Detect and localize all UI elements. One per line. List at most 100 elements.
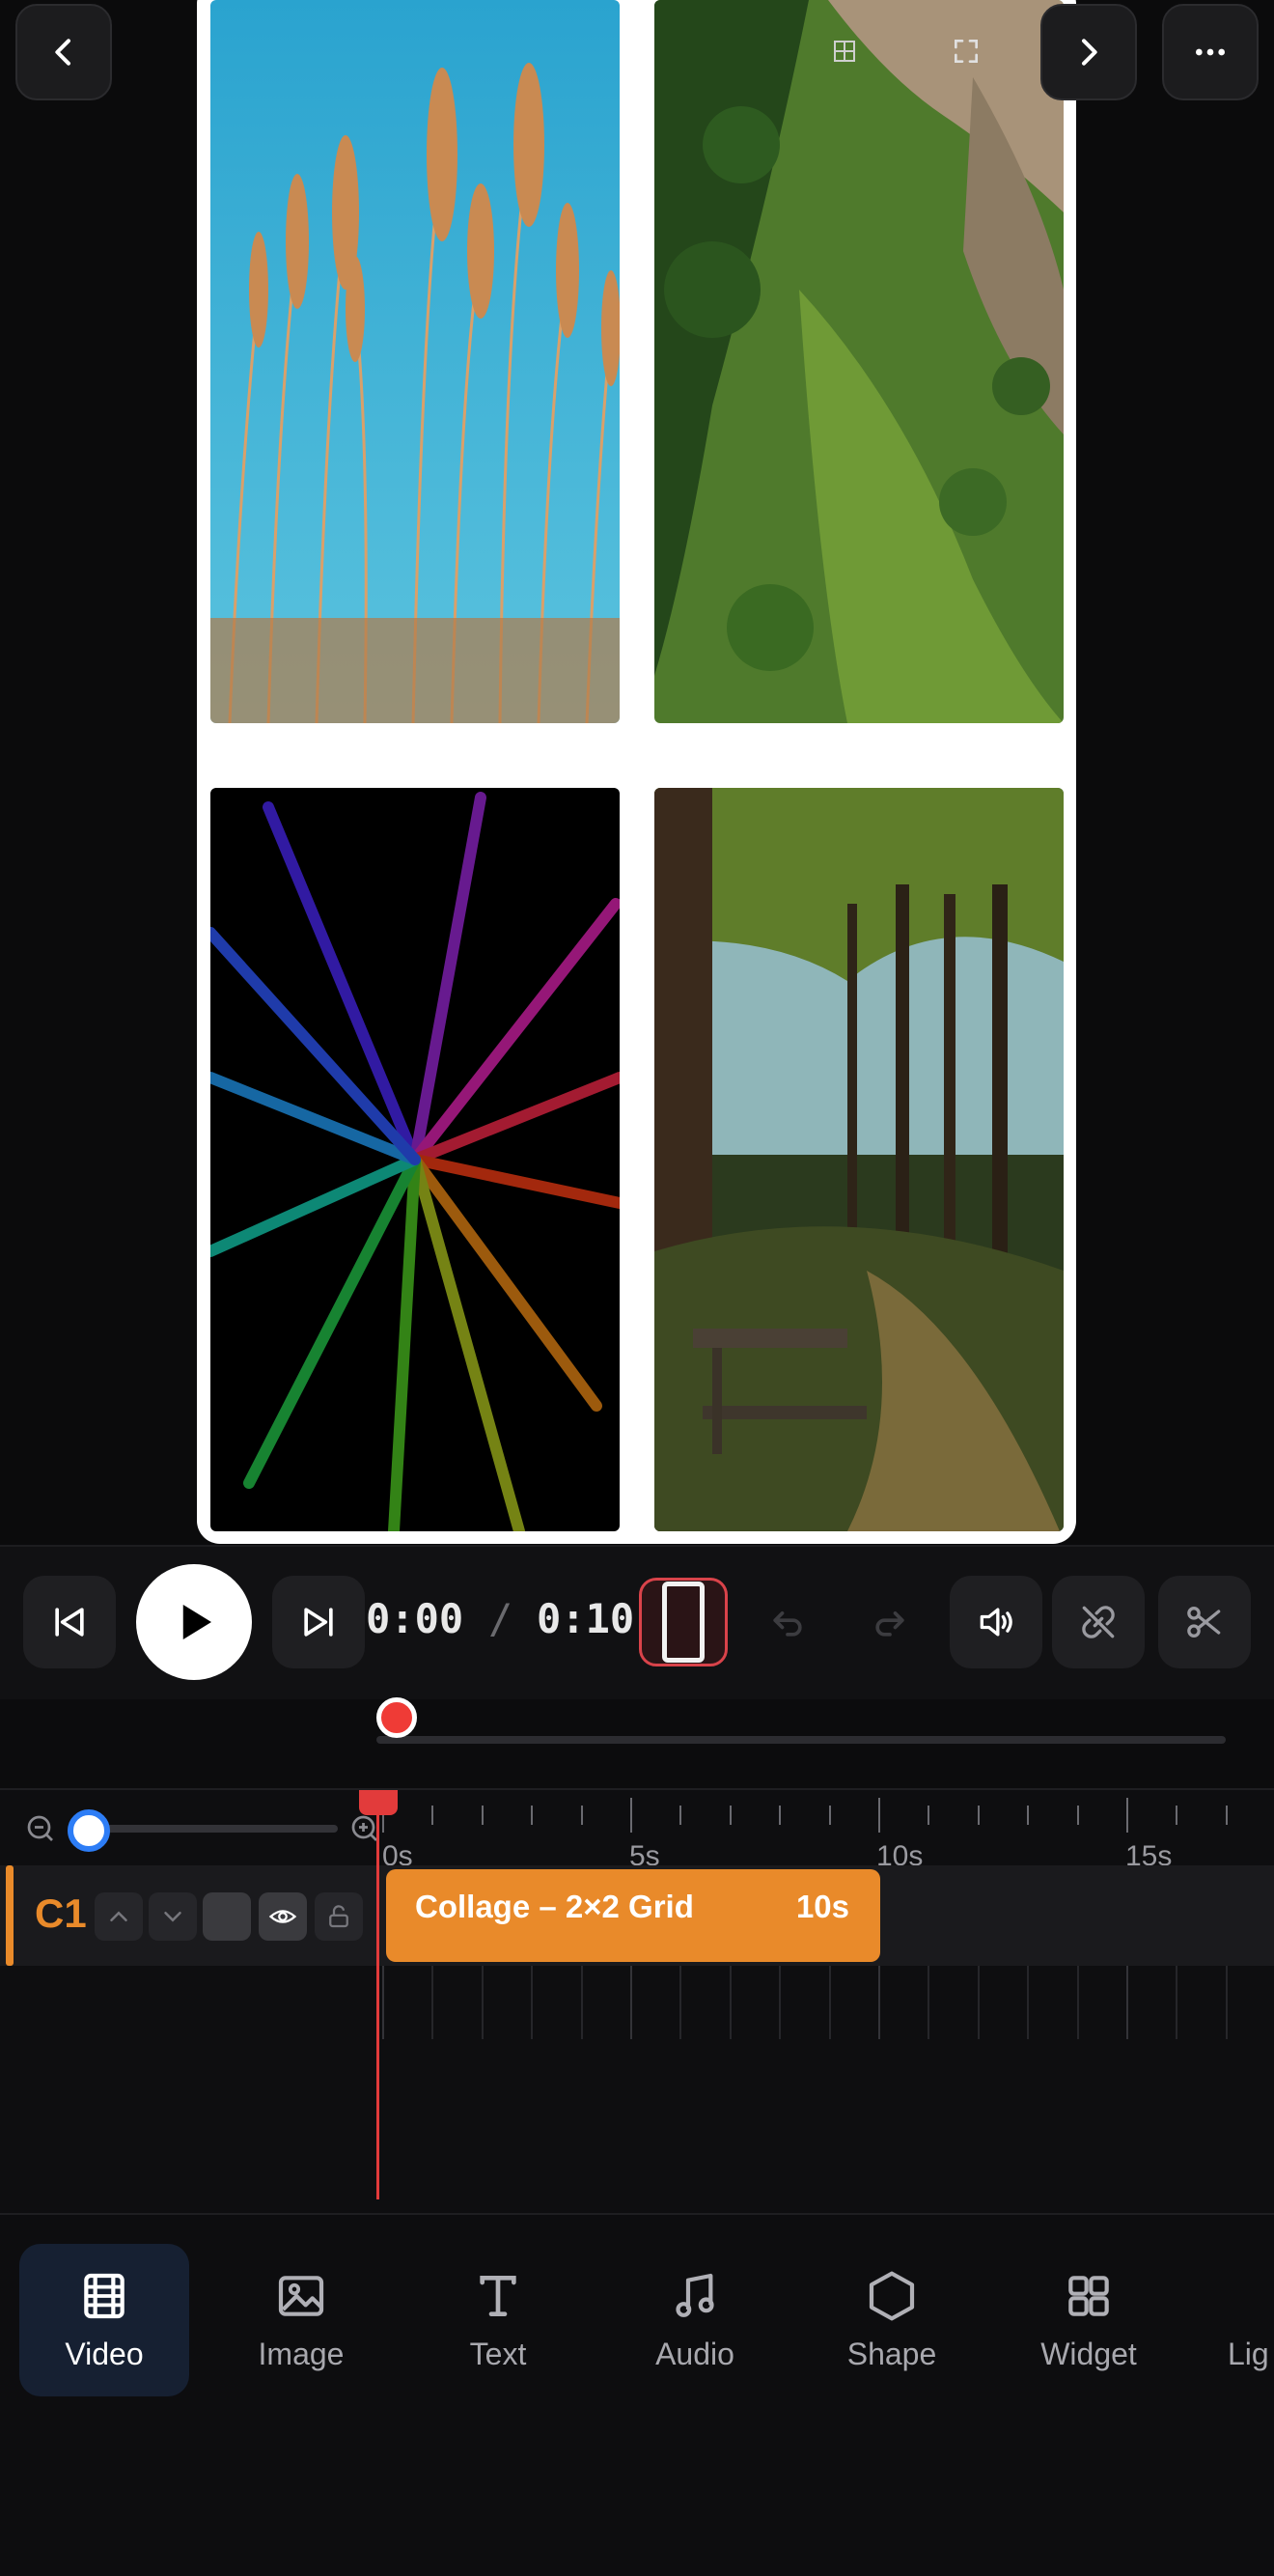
tool-text[interactable]: Text [413,2244,583,2396]
ruler-minor-tick [779,1806,781,1825]
skip-to-end-button[interactable] [272,1576,365,1668]
collage-cell-forest-path[interactable] [654,788,1064,1531]
timeline-grid-line [1176,1966,1177,2039]
playhead-line[interactable] [376,1790,379,2199]
preview-area [0,0,1274,1545]
collage-cell-rainbow-rays[interactable] [210,788,620,1531]
clip-title: Collage – 2×2 Grid [415,1889,694,1924]
tool-video[interactable]: Video [19,2244,189,2396]
expand-icon [955,40,978,63]
track-name: C1 [35,1890,87,1936]
back-button[interactable] [15,4,112,100]
bottom-toolbar: Video Image Text Audio Shape Widget Lig [0,2213,1274,2576]
time-separator: / [488,1595,513,1642]
ruler-minor-tick [1176,1806,1177,1825]
timeline-grid-line [431,1966,433,2039]
play-button[interactable] [136,1564,252,1680]
timeline-grid-line [630,1966,632,2039]
move-track-down-button[interactable] [149,1892,197,1941]
timeline-grid-line [928,1966,929,2039]
ruler-minor-tick [1027,1806,1029,1825]
tool-video-label: Video [65,2337,144,2371]
undo-icon [773,1611,802,1637]
tool-audio[interactable]: Audio [610,2244,780,2396]
timeline-grid-line [482,1966,484,2039]
more-button[interactable] [1162,4,1259,100]
collage-clip[interactable]: Collage – 2×2 Grid 10s [386,1869,880,1962]
timeline-grid-line [1126,1966,1128,2039]
aspect-ratio-button[interactable] [639,1578,728,1666]
timeline-grid-line [1077,1966,1079,2039]
total-time: 0:10 [537,1595,635,1642]
scrubber-track[interactable] [376,1736,1226,1744]
next-button[interactable] [1040,4,1137,100]
ruler-minor-tick [482,1806,484,1825]
split-button[interactable] [1158,1576,1251,1668]
timeline-grid-line [679,1966,681,2039]
scrubber-handle[interactable] [376,1697,417,1738]
collage-frame[interactable] [197,0,1076,1544]
rainbow-rays-photo [210,788,620,1531]
ruler-minor-tick [1226,1806,1228,1825]
text-icon [480,2276,516,2316]
tool-image-label: Image [258,2337,345,2371]
ruler-minor-tick [928,1806,929,1825]
toggle-lock-button[interactable] [315,1892,363,1941]
zoom-out-icon[interactable] [23,1811,58,1846]
chevron-down-icon [164,1912,181,1922]
collage-cell-aerial-forest[interactable] [654,0,1064,723]
skip-forward-icon [304,1608,333,1637]
tool-light[interactable]: Lig [1197,2244,1274,2396]
grid-toggle-button[interactable] [820,27,869,75]
ruler-minor-tick [531,1806,533,1825]
ruler-minor-tick [1077,1806,1079,1825]
redo-button[interactable] [844,1576,936,1668]
skip-to-start-button[interactable] [23,1576,116,1668]
widget-grid-icon [1068,2276,1109,2316]
tool-shape[interactable]: Shape [807,2244,977,2396]
volume-button[interactable] [950,1576,1042,1668]
toggle-visibility-button[interactable] [259,1892,307,1941]
timeline-grid-line [1027,1966,1029,2039]
timeline-grid-line [978,1966,980,2039]
volume-icon [980,1608,1012,1637]
aerial-forest-photo [654,0,1064,723]
timeline-grid-line [1226,1966,1228,2039]
chevron-right-icon [1082,39,1097,66]
unlink-icon [1082,1606,1115,1638]
timeline-grid-line [779,1966,781,2039]
ruler-minor-tick [581,1806,583,1825]
skip-back-icon [55,1608,84,1637]
track-color-swatch[interactable] [203,1892,251,1941]
tool-image[interactable]: Image [216,2244,386,2396]
playback-control-bar: 0:00 / 0:10 [0,1545,1274,1699]
forest-path-photo [654,788,1064,1531]
move-track-up-button[interactable] [95,1892,143,1941]
ruler-minor-tick [431,1806,433,1825]
ruler-major-tick [630,1798,632,1833]
timeline-grid-line [730,1966,732,2039]
redo-icon [875,1611,904,1637]
image-icon [278,2276,324,2316]
undo-button[interactable] [741,1576,834,1668]
chevron-left-icon [55,39,70,66]
collage-cell-wheat-grass[interactable] [210,0,620,723]
track-accent-bar [6,1865,14,1966]
ruler-major-tick [1126,1798,1128,1833]
eye-icon [268,1910,297,1923]
tool-widget[interactable]: Widget [1004,2244,1174,2396]
ruler-major-tick [878,1798,880,1833]
wheat-grass-photo [210,0,620,723]
fullscreen-button[interactable] [942,27,990,75]
timeline-panel: 0s 5s 10s 15s C1 Collage – 2×2 Grid 10s [0,1788,1274,2213]
music-note-icon [676,2273,714,2317]
more-horizontal-icon [1196,48,1225,56]
unlink-button[interactable] [1052,1576,1145,1668]
ruler-minor-tick [679,1806,681,1825]
ruler-minor-tick [730,1806,732,1825]
scrubber-area [0,1697,1274,1788]
ruler-minor-tick [978,1806,980,1825]
timeline-grid-line [829,1966,831,2039]
timeline-grid-line [581,1966,583,2039]
zoom-slider-knob[interactable] [68,1809,110,1852]
